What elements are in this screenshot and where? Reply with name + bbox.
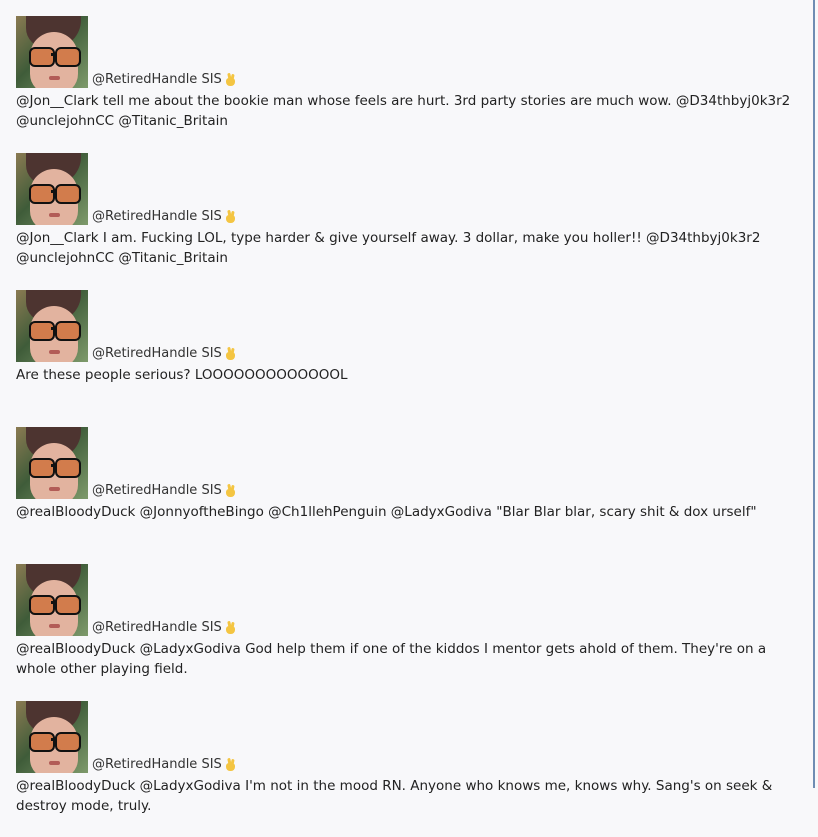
author-handle[interactable]: @RetiredHandle SIS [92,619,222,636]
author-handle[interactable]: @RetiredHandle SIS [92,482,222,499]
tweet-text: @realBloodyDuck @LadyxGodiva God help th… [16,641,767,677]
victory-hand-icon [225,346,236,360]
avatar[interactable] [16,16,88,88]
avatar[interactable] [16,427,88,499]
author-row: @RetiredHandle SIS [92,345,236,362]
author-row: @RetiredHandle SIS [92,208,236,225]
tweet-feed: @RetiredHandle SIS @Jon__Clark tell me a… [16,15,806,837]
tweet-header: @RetiredHandle SIS [16,289,806,362]
author-row: @RetiredHandle SIS [92,482,236,499]
tweet-item: @RetiredHandle SIS @Jon__Clark tell me a… [16,15,806,152]
avatar[interactable] [16,564,88,636]
tweet-item: @RetiredHandle SIS @realBloodyDuck @Jonn… [16,426,806,563]
tweet-header: @RetiredHandle SIS [16,152,806,225]
author-row: @RetiredHandle SIS [92,619,236,636]
tweet-text: @realBloodyDuck @JonnyoftheBingo @Ch1lle… [16,504,757,520]
victory-hand-icon [225,209,236,223]
author-handle[interactable]: @RetiredHandle SIS [92,71,222,88]
tweet-header: @RetiredHandle SIS [16,15,806,88]
tweet-text: Are these people serious? LOOOOOOOOOOOOO… [16,367,348,383]
tweet-header: @RetiredHandle SIS [16,563,806,636]
author-row: @RetiredHandle SIS [92,71,236,88]
avatar[interactable] [16,153,88,225]
tweet-item: @RetiredHandle SIS @realBloodyDuck @Lady… [16,563,806,700]
author-handle[interactable]: @RetiredHandle SIS [92,345,222,362]
tweet-text: @realBloodyDuck @LadyxGodiva I'm not in … [16,778,773,814]
tweet-item: @RetiredHandle SIS Are these people seri… [16,289,806,426]
victory-hand-icon [225,72,236,86]
tweet-item: @RetiredHandle SIS @Jon__Clark I am. Fuc… [16,152,806,289]
victory-hand-icon [225,620,236,634]
tweet-text: @Jon__Clark tell me about the bookie man… [16,93,791,129]
tweet-header: @RetiredHandle SIS [16,426,806,499]
avatar[interactable] [16,701,88,773]
tweet-item: @RetiredHandle SIS @realBloodyDuck @Lady… [16,700,806,837]
author-row: @RetiredHandle SIS [92,756,236,773]
victory-hand-icon [225,483,236,497]
author-handle[interactable]: @RetiredHandle SIS [92,208,222,225]
author-handle[interactable]: @RetiredHandle SIS [92,756,222,773]
avatar[interactable] [16,290,88,362]
victory-hand-icon [225,757,236,771]
tweet-header: @RetiredHandle SIS [16,700,806,773]
tweet-text: @Jon__Clark I am. Fucking LOL, type hard… [16,230,761,266]
